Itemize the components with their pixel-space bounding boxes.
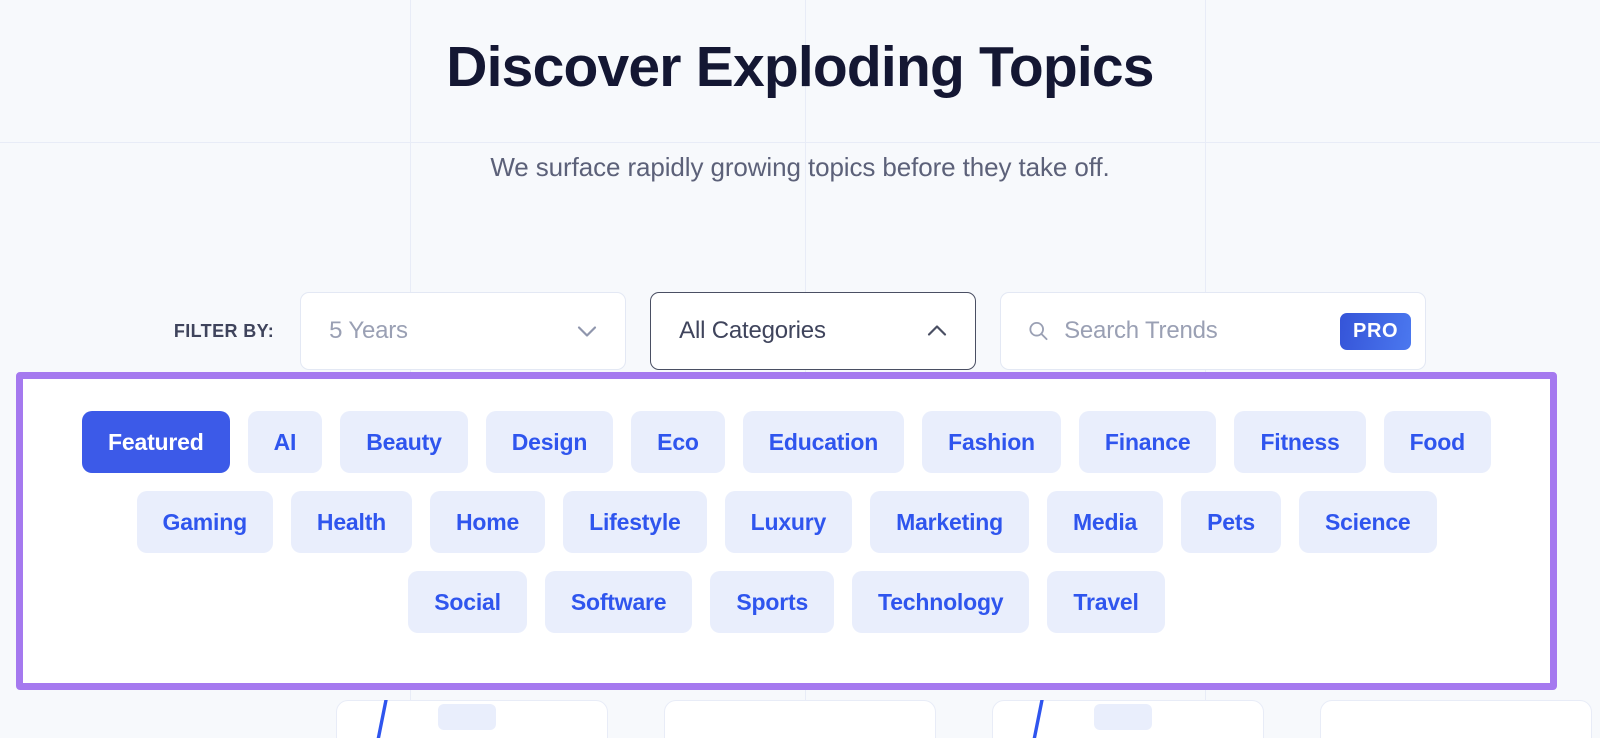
category-chip-fashion[interactable]: Fashion <box>922 411 1061 473</box>
hero-section: Discover Exploding Topics We surface rap… <box>0 0 1600 183</box>
category-chip-sports[interactable]: Sports <box>710 571 835 633</box>
category-chip-science[interactable]: Science <box>1298 491 1437 553</box>
categories-select-value: All Categories <box>679 317 826 344</box>
trend-card[interactable] <box>664 700 936 738</box>
search-input-group <box>1027 317 1341 345</box>
trend-card-chip <box>1094 704 1152 730</box>
category-chip-fitness[interactable]: Fitness <box>1234 411 1366 473</box>
category-chip-design[interactable]: Design <box>485 411 614 473</box>
trend-cards-peek <box>0 700 1600 738</box>
category-chip-row: Featured AI Beauty Design Eco Education Fashio… <box>63 411 1510 473</box>
category-chip-beauty[interactable]: Beauty <box>340 411 468 473</box>
trend-card-chip <box>438 704 496 730</box>
category-chip-media[interactable]: Media <box>1046 491 1164 553</box>
filter-bar: FILTER BY: 5 Years All Categories PRO <box>0 292 1600 370</box>
pro-badge[interactable]: PRO <box>1340 312 1412 350</box>
category-chip-food[interactable]: Food <box>1383 411 1491 473</box>
sparkline-icon <box>376 700 388 738</box>
category-chip-gaming[interactable]: Gaming <box>136 491 273 553</box>
category-chip-row: Social Software Sports Technology Travel <box>63 571 1510 633</box>
search-trends-input[interactable] <box>1064 317 1341 345</box>
category-chip-eco[interactable]: Eco <box>631 411 725 473</box>
chevron-up-icon <box>928 325 947 336</box>
category-chip-row: Gaming Health Home Lifestyle Luxury Marketing… <box>63 491 1510 553</box>
categories-select[interactable]: All Categories <box>650 292 977 370</box>
category-chip-list: Featured AI Beauty Design Eco Education Fashio… <box>23 379 1550 633</box>
category-chip-lifestyle[interactable]: Lifestyle <box>563 491 707 553</box>
timeframe-select[interactable]: 5 Years <box>300 292 627 370</box>
timeframe-select-value: 5 Years <box>329 317 408 344</box>
category-chip-featured[interactable]: Featured <box>82 411 230 473</box>
category-chip-home[interactable]: Home <box>430 491 546 553</box>
category-chip-software[interactable]: Software <box>544 571 693 633</box>
category-chip-health[interactable]: Health <box>290 491 413 553</box>
filter-by-label: FILTER BY: <box>173 321 275 341</box>
search-icon <box>1029 321 1048 341</box>
category-chip-luxury[interactable]: Luxury <box>724 491 853 553</box>
search-trends-box[interactable]: PRO <box>1000 292 1427 370</box>
chevron-down-icon <box>578 326 597 337</box>
category-chip-social[interactable]: Social <box>408 571 527 633</box>
category-chip-pets[interactable]: Pets <box>1181 491 1281 553</box>
category-chip-technology[interactable]: Technology <box>852 571 1030 633</box>
page-subtitle: We surface rapidly growing topics before… <box>490 151 1110 182</box>
sparkline-icon <box>1032 700 1044 738</box>
trend-card[interactable] <box>1320 700 1592 738</box>
page-title: Discover Exploding Topics <box>446 35 1154 99</box>
category-chip-travel[interactable]: Travel <box>1047 571 1165 633</box>
categories-dropdown-panel: Featured AI Beauty Design Eco Education Fashio… <box>16 372 1557 690</box>
category-chip-finance[interactable]: Finance <box>1078 411 1217 473</box>
category-chip-marketing[interactable]: Marketing <box>870 491 1029 553</box>
category-chip-ai[interactable]: AI <box>247 411 323 473</box>
category-chip-education[interactable]: Education <box>742 411 905 473</box>
